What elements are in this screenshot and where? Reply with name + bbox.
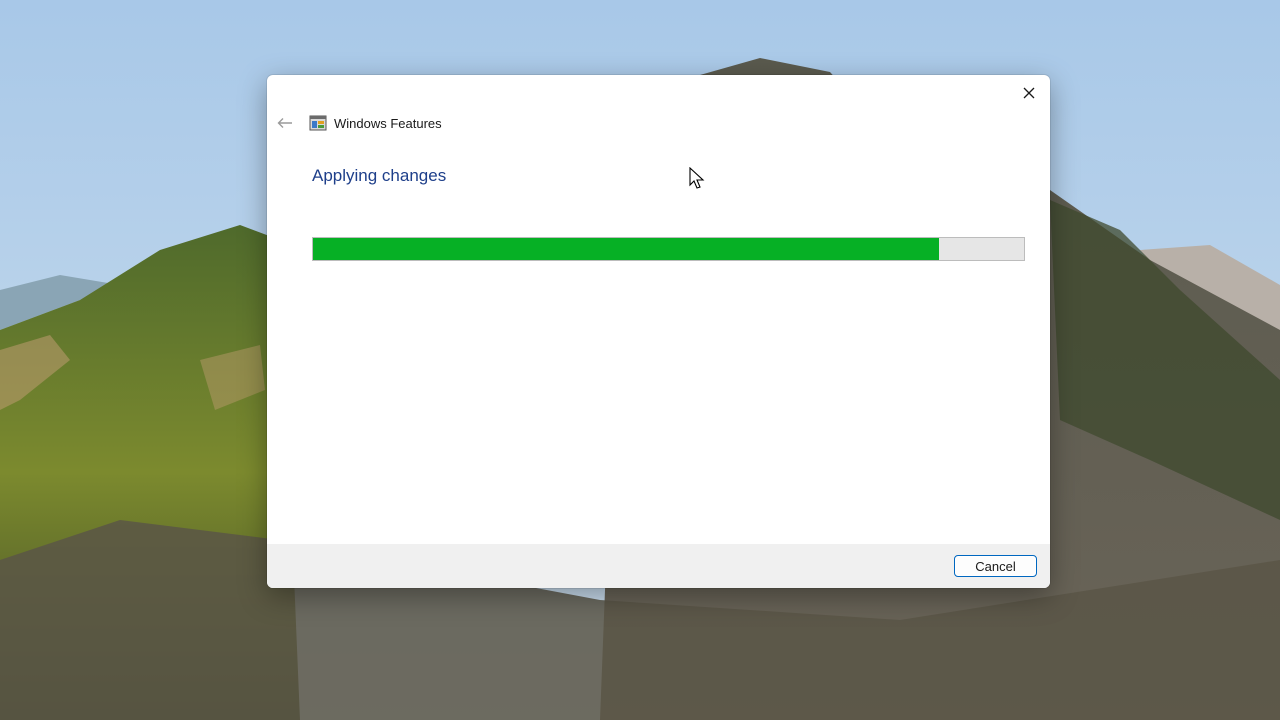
dialog-footer: Cancel	[267, 544, 1050, 588]
status-heading: Applying changes	[312, 166, 447, 185]
dialog-title: Windows Features	[334, 115, 442, 131]
desktop: Windows Features Applying changes Cancel	[0, 0, 1280, 720]
windows-features-icon	[309, 115, 327, 131]
arrow-left-icon	[277, 118, 292, 128]
progress-fill	[313, 238, 939, 260]
back-button[interactable]	[275, 113, 295, 133]
mouse-pointer-icon	[689, 167, 705, 189]
close-button[interactable]	[1014, 79, 1044, 107]
close-icon	[1023, 87, 1035, 99]
cancel-button[interactable]: Cancel	[954, 555, 1037, 577]
progress-bar	[312, 237, 1025, 261]
dialog-header: Windows Features	[275, 111, 442, 135]
windows-features-dialog: Windows Features Applying changes Cancel	[267, 75, 1050, 588]
